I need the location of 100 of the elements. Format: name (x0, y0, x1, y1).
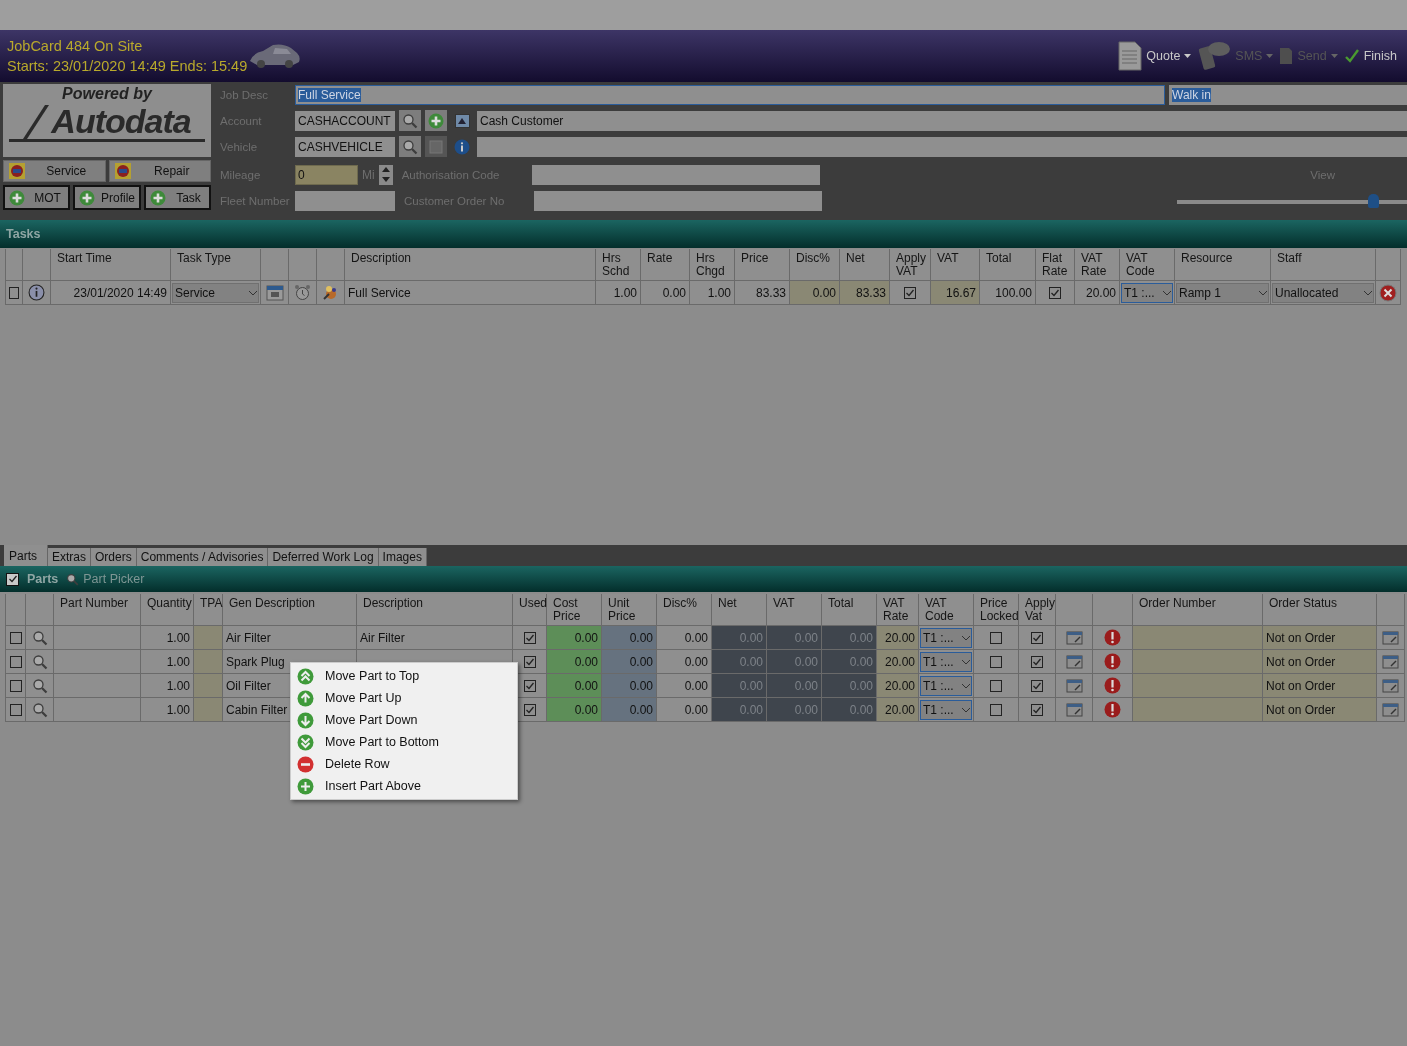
authorisation-code-field[interactable] (531, 164, 820, 185)
column-header[interactable]: Order Number (1133, 594, 1263, 626)
column-header[interactable]: VAT Rate (1075, 249, 1120, 281)
quick-button[interactable]: Profile (73, 185, 141, 210)
column-header[interactable]: Used (513, 594, 547, 626)
column-header[interactable]: Price (735, 249, 790, 281)
column-header[interactable]: Gen Description (223, 594, 357, 626)
slider-thumb[interactable] (1367, 193, 1379, 208)
menu-item[interactable]: Move Part to Bottom (291, 731, 517, 753)
column-header[interactable]: Price Locked (974, 594, 1019, 626)
quick-button[interactable]: Service (3, 160, 106, 182)
note-icon (1382, 630, 1399, 645)
checkbox[interactable] (9, 703, 22, 716)
column-header[interactable]: Description (345, 249, 596, 281)
dropdown[interactable]: T1 :... (920, 651, 972, 672)
job-description-field[interactable]: Full Service (295, 84, 1165, 105)
checkbox[interactable] (990, 679, 1002, 692)
checkbox[interactable] (990, 703, 1002, 716)
checkbox[interactable] (523, 631, 536, 644)
table-cell: 0.00 (712, 674, 767, 698)
search-button[interactable] (399, 136, 421, 157)
column-header[interactable]: Cost Price (547, 594, 602, 626)
checkbox[interactable] (1031, 631, 1043, 644)
column-header[interactable]: Total (980, 249, 1036, 281)
tab[interactable]: Extras (48, 548, 92, 566)
column-header[interactable]: Task Type (171, 249, 261, 281)
column-header[interactable]: Part Number (54, 594, 141, 626)
column-header[interactable]: Hrs Chgd (690, 249, 735, 281)
column-header[interactable]: Staff (1271, 249, 1376, 281)
mileage-field[interactable]: 0 (295, 164, 358, 185)
toolbar-button[interactable]: Finish (1343, 48, 1397, 64)
dropdown[interactable]: Unallocated (1272, 282, 1374, 303)
column-header[interactable]: Apply Vat (1019, 594, 1056, 626)
table-cell: 16.67 (931, 281, 980, 305)
tab[interactable]: Images (378, 548, 427, 566)
tab[interactable]: Parts (4, 545, 48, 566)
column-header[interactable]: Hrs Schd (596, 249, 641, 281)
checkbox[interactable] (1049, 286, 1061, 299)
column-header[interactable]: TPA (194, 594, 223, 626)
checkbox[interactable] (9, 679, 22, 692)
column-header[interactable]: Net (840, 249, 890, 281)
checkbox[interactable] (904, 286, 916, 299)
column-header[interactable]: Rate (641, 249, 690, 281)
checkbox[interactable] (9, 631, 22, 644)
column-header[interactable]: VAT Code (919, 594, 974, 626)
quick-button[interactable]: MOT (3, 185, 70, 210)
dropdown[interactable]: Service (172, 282, 259, 303)
dropdown[interactable]: T1 :... (1121, 282, 1173, 303)
search-button[interactable] (399, 110, 421, 131)
column-header[interactable]: Flat Rate (1036, 249, 1075, 281)
column-header[interactable]: Net (712, 594, 767, 626)
column-header[interactable]: Order Status (1263, 594, 1377, 626)
menu-item[interactable]: Insert Part Above (291, 775, 517, 797)
column-header[interactable]: VAT (767, 594, 822, 626)
menu-item[interactable]: Delete Row (291, 753, 517, 775)
column-header[interactable]: Total (822, 594, 877, 626)
tab[interactable]: Deferred Work Log (268, 548, 379, 566)
caret-icon (961, 634, 971, 641)
spinner[interactable] (378, 164, 393, 185)
column-header[interactable]: Quantity (141, 594, 194, 626)
checkbox[interactable] (523, 655, 536, 668)
column-header[interactable]: Start Time (51, 249, 171, 281)
column-header[interactable]: Resource (1175, 249, 1271, 281)
vehicle-description-field[interactable] (477, 136, 1407, 157)
column-header[interactable]: Description (357, 594, 513, 626)
part-picker-link[interactable]: Part Picker (66, 572, 145, 586)
caret-icon[interactable] (1184, 54, 1192, 58)
column-header[interactable]: VAT Rate (877, 594, 919, 626)
dropdown[interactable]: T1 :... (920, 627, 972, 648)
column-header[interactable]: Disc% (790, 249, 840, 281)
column-header[interactable]: VAT Code (1120, 249, 1175, 281)
checkbox[interactable] (523, 679, 536, 692)
checkbox[interactable] (9, 655, 22, 668)
add-button[interactable] (425, 110, 447, 131)
column-header[interactable]: VAT (931, 249, 980, 281)
checkbox[interactable] (990, 655, 1002, 668)
checkbox[interactable] (6, 572, 19, 586)
dropdown[interactable]: Ramp 1 (1176, 282, 1269, 303)
account-field[interactable]: CASHACCOUNT (295, 110, 395, 131)
tab[interactable]: Orders (91, 548, 137, 566)
quick-button[interactable]: Task (144, 185, 211, 210)
checkbox[interactable] (1031, 655, 1043, 668)
customer-order-field[interactable] (534, 190, 822, 211)
checkbox[interactable] (1031, 703, 1043, 716)
customer-name-field[interactable]: Cash Customer (477, 110, 1407, 131)
checkbox[interactable] (990, 631, 1002, 644)
checkbox[interactable] (1031, 679, 1043, 692)
column-header[interactable]: Apply VAT (890, 249, 931, 281)
tab[interactable]: Comments / Advisories (136, 548, 269, 566)
toolbar-button[interactable]: Quote (1118, 41, 1192, 71)
vehicle-field[interactable]: CASHVEHICLE (295, 136, 395, 157)
job-type-field[interactable]: Walk in (1169, 84, 1407, 105)
fleet-number-field[interactable] (295, 190, 395, 211)
checkbox[interactable] (523, 703, 536, 716)
dropdown[interactable]: T1 :... (920, 699, 972, 720)
column-header[interactable]: Disc% (657, 594, 712, 626)
column-header[interactable]: Unit Price (602, 594, 657, 626)
dropdown[interactable]: T1 :... (920, 675, 972, 696)
checkbox[interactable] (9, 286, 19, 299)
quick-button[interactable]: Repair (108, 160, 211, 182)
